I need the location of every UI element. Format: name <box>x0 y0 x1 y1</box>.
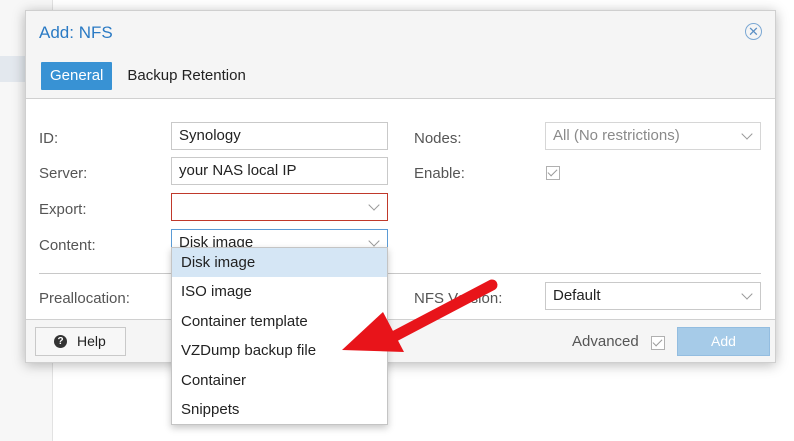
option-disk-image[interactable]: Disk image <box>172 248 387 278</box>
nodes-select[interactable]: All (No restrictions) <box>545 122 761 150</box>
question-circle-icon: ? <box>54 335 67 348</box>
option-iso-image[interactable]: ISO image <box>172 277 387 306</box>
content-dropdown-list: Disk image ISO image Container template … <box>171 247 388 425</box>
checkmark-icon <box>652 336 663 347</box>
preallocation-label: Preallocation: <box>39 290 130 307</box>
content-label: Content: <box>39 237 96 254</box>
help-button[interactable]: ? Help <box>35 327 126 356</box>
nodes-label: Nodes: <box>414 130 462 147</box>
export-select[interactable] <box>171 193 388 221</box>
advanced-checkbox[interactable] <box>651 336 665 350</box>
chevron-down-icon <box>368 199 380 211</box>
chevron-down-icon <box>741 288 753 300</box>
checkmark-icon <box>547 166 558 177</box>
tab-backup-retention[interactable]: Backup Retention <box>118 62 254 90</box>
section-divider <box>39 273 761 274</box>
nfs-version-value: Default <box>553 287 601 304</box>
tab-general[interactable]: General <box>41 62 113 90</box>
chevron-down-icon <box>368 235 380 247</box>
add-button[interactable]: Add <box>677 327 770 356</box>
server-input[interactable]: your NAS local IP <box>171 157 388 185</box>
option-container[interactable]: Container <box>172 366 387 395</box>
chevron-down-icon <box>741 128 753 140</box>
option-container-template[interactable]: Container template <box>172 307 387 336</box>
close-icon[interactable]: ✕ <box>745 23 762 40</box>
tab-bar: General Backup Retention <box>41 62 261 90</box>
advanced-label: Advanced <box>572 333 639 350</box>
id-input[interactable]: Synology <box>171 122 388 150</box>
enable-label: Enable: <box>414 165 465 182</box>
add-nfs-dialog: Add: NFS ✕ General Backup Retention ID: … <box>25 10 776 363</box>
nfs-version-select[interactable]: Default <box>545 282 761 310</box>
server-label: Server: <box>39 165 88 182</box>
help-button-label: Help <box>77 333 106 349</box>
enable-checkbox[interactable] <box>546 166 560 180</box>
export-label: Export: <box>39 201 87 218</box>
option-snippets[interactable]: Snippets <box>172 395 387 424</box>
nodes-value: All (No restrictions) <box>553 127 680 144</box>
dialog-title: Add: NFS <box>39 23 113 42</box>
nfs-version-label: NFS Version: <box>414 290 503 307</box>
option-vzdump-backup-file[interactable]: VZDump backup file <box>172 336 387 365</box>
id-label: ID: <box>39 130 59 147</box>
form-panel: ID: Synology Server: your NAS local IP E… <box>26 98 775 320</box>
